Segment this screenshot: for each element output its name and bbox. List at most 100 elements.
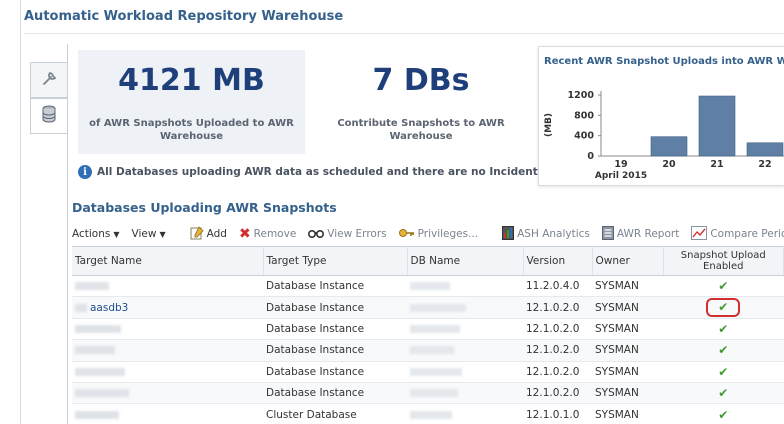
table-row[interactable]: Database Instance 12.1.0.2.0 SYSMAN ✔ (72, 339, 784, 362)
upload-chart: Recent AWR Snapshot Uploads into AWR War… (538, 46, 784, 186)
target-type-cell: Database Instance (263, 382, 407, 405)
redacted-text (410, 346, 454, 355)
db-name-cell (407, 339, 523, 362)
col-snapshot-upload-enabled[interactable]: Snapshot Upload Enabled (663, 246, 784, 276)
panel-border (67, 44, 68, 424)
target-type-cell: Database Instance (263, 318, 407, 341)
title-divider (24, 33, 784, 34)
add-button[interactable]: Add (190, 225, 227, 243)
version-cell: 12.1.0.1.0 (523, 403, 592, 424)
version-cell: 12.1.0.2.0 (523, 339, 592, 362)
redacted-text (75, 367, 125, 376)
col-target-type[interactable]: Target Type (263, 246, 408, 276)
target-name-cell[interactable] (72, 339, 263, 362)
owner-cell: SYSMAN (592, 403, 663, 424)
redacted-text (410, 410, 452, 419)
status-message: i All Databases uploading AWR data as sc… (78, 165, 548, 179)
redacted-text (410, 303, 466, 312)
target-name-cell[interactable] (72, 403, 263, 424)
version-cell: 12.1.0.2.0 (523, 318, 592, 341)
db-name-cell (407, 318, 523, 341)
owner-cell: SYSMAN (592, 339, 663, 362)
awr-report-button[interactable]: AWR Report (601, 225, 680, 243)
snapshot-upload-enabled-cell: ✔ (663, 275, 784, 298)
check-icon: ✔ (706, 298, 741, 318)
chevron-down-icon: ▼ (159, 229, 166, 239)
remove-button[interactable]: ✖ Remove (239, 226, 296, 242)
privileges-label: Privileges... (417, 228, 479, 240)
owner-cell: SYSMAN (592, 361, 663, 383)
owner-cell: SYSMAN (592, 296, 663, 319)
target-name-cell[interactable] (72, 361, 263, 383)
view-menu[interactable]: View ▼ (132, 228, 166, 240)
redacted-text (75, 346, 115, 355)
target-type-cell: Cluster Database (263, 403, 407, 424)
target-name-cell[interactable] (72, 275, 263, 298)
table-row[interactable]: Database Instance 11.2.0.4.0 SYSMAN ✔ (72, 275, 784, 298)
ash-analytics-button[interactable]: ASH Analytics (502, 225, 590, 243)
view-label: View (131, 228, 157, 240)
redacted-text (75, 389, 129, 398)
uploaded-size-label: of AWR Snapshots Uploaded to AWR Warehou… (89, 118, 294, 142)
target-name-link[interactable]: aasdb3 (90, 302, 128, 314)
table-row[interactable]: Database Instance 12.1.0.2.0 SYSMAN ✔ (72, 361, 784, 383)
left-border (20, 0, 21, 424)
target-type-cell: Database Instance (263, 275, 407, 298)
db-count-value: 7 DBs (372, 63, 470, 98)
redacted-text (410, 367, 462, 376)
snapshot-upload-enabled-cell: ✔ (663, 339, 784, 362)
target-name-cell[interactable] (72, 382, 263, 405)
chart-bar (746, 142, 784, 157)
wrench-icon (40, 68, 60, 92)
redacted-text (75, 303, 87, 312)
redacted-text (410, 324, 460, 333)
x-axis-sublabel: April 2015 (595, 171, 647, 181)
col-version[interactable]: Version (523, 246, 593, 276)
table-toolbar: Actions ▼ View ▼ Add ✖ Remove View Errors … (72, 222, 784, 246)
check-icon: ✔ (718, 279, 729, 294)
compare-period-menu[interactable]: Compare Period ▼ (691, 225, 784, 243)
chart-plot: (MB) 1200 800 400 0 19 20 21 22 April 2015 (544, 90, 784, 181)
privileges-button[interactable]: Privileges... (398, 228, 479, 241)
chart-bar (698, 95, 736, 157)
uploaded-size-value: 4121 MB (118, 63, 265, 98)
remove-label: Remove (253, 228, 297, 240)
x-tick-label: 20 (662, 159, 676, 170)
side-tab-databases[interactable] (30, 98, 68, 134)
y-tick-label: 400 (574, 131, 594, 142)
database-icon (41, 105, 57, 127)
y-axis-label: (MB) (544, 113, 554, 137)
x-tick-label: 19 (614, 159, 627, 170)
db-name-cell (407, 361, 523, 383)
chart-bar (650, 136, 688, 157)
table-row[interactable]: Database Instance 12.1.0.2.0 SYSMAN ✔ (72, 318, 784, 341)
side-tab-settings[interactable] (30, 62, 68, 98)
table-row[interactable]: Cluster Database 12.1.0.1.0 SYSMAN ✔ (72, 403, 784, 424)
actions-menu[interactable]: Actions ▼ (72, 228, 120, 240)
section-title: Databases Uploading AWR Snapshots (72, 200, 337, 215)
snapshot-upload-enabled-cell: ✔ (663, 403, 784, 424)
col-db-name[interactable]: DB Name (407, 246, 524, 276)
check-icon: ✔ (718, 386, 729, 401)
side-tabs (30, 62, 68, 134)
ash-analytics-icon (502, 225, 515, 243)
view-errors-label: View Errors (327, 228, 387, 240)
col-target-name[interactable]: Target Name (72, 246, 264, 276)
db-name-cell (407, 296, 523, 319)
col-owner[interactable]: Owner (592, 246, 664, 276)
view-errors-button[interactable]: View Errors (308, 227, 387, 242)
actions-label: Actions (72, 228, 111, 240)
table-row[interactable]: Database Instance 12.1.0.2.0 SYSMAN ✔ (72, 382, 784, 405)
check-icon: ✔ (718, 321, 729, 336)
remove-icon: ✖ (238, 226, 251, 242)
table-row[interactable]: aasdb3 Database Instance 12.1.0.2.0 SYSMAN ✔ (72, 296, 784, 319)
redacted-text (410, 389, 458, 398)
target-name-cell[interactable] (72, 318, 263, 341)
awr-report-label: AWR Report (616, 228, 680, 240)
table-header-row: Target Name Target Type DB Name Version … (72, 246, 784, 276)
db-count-label: Contribute Snapshots to AWR Warehouse (337, 118, 505, 142)
target-type-cell: Database Instance (263, 361, 407, 383)
target-name-cell[interactable]: aasdb3 (72, 296, 263, 319)
add-label: Add (206, 228, 227, 240)
key-icon (398, 228, 415, 241)
